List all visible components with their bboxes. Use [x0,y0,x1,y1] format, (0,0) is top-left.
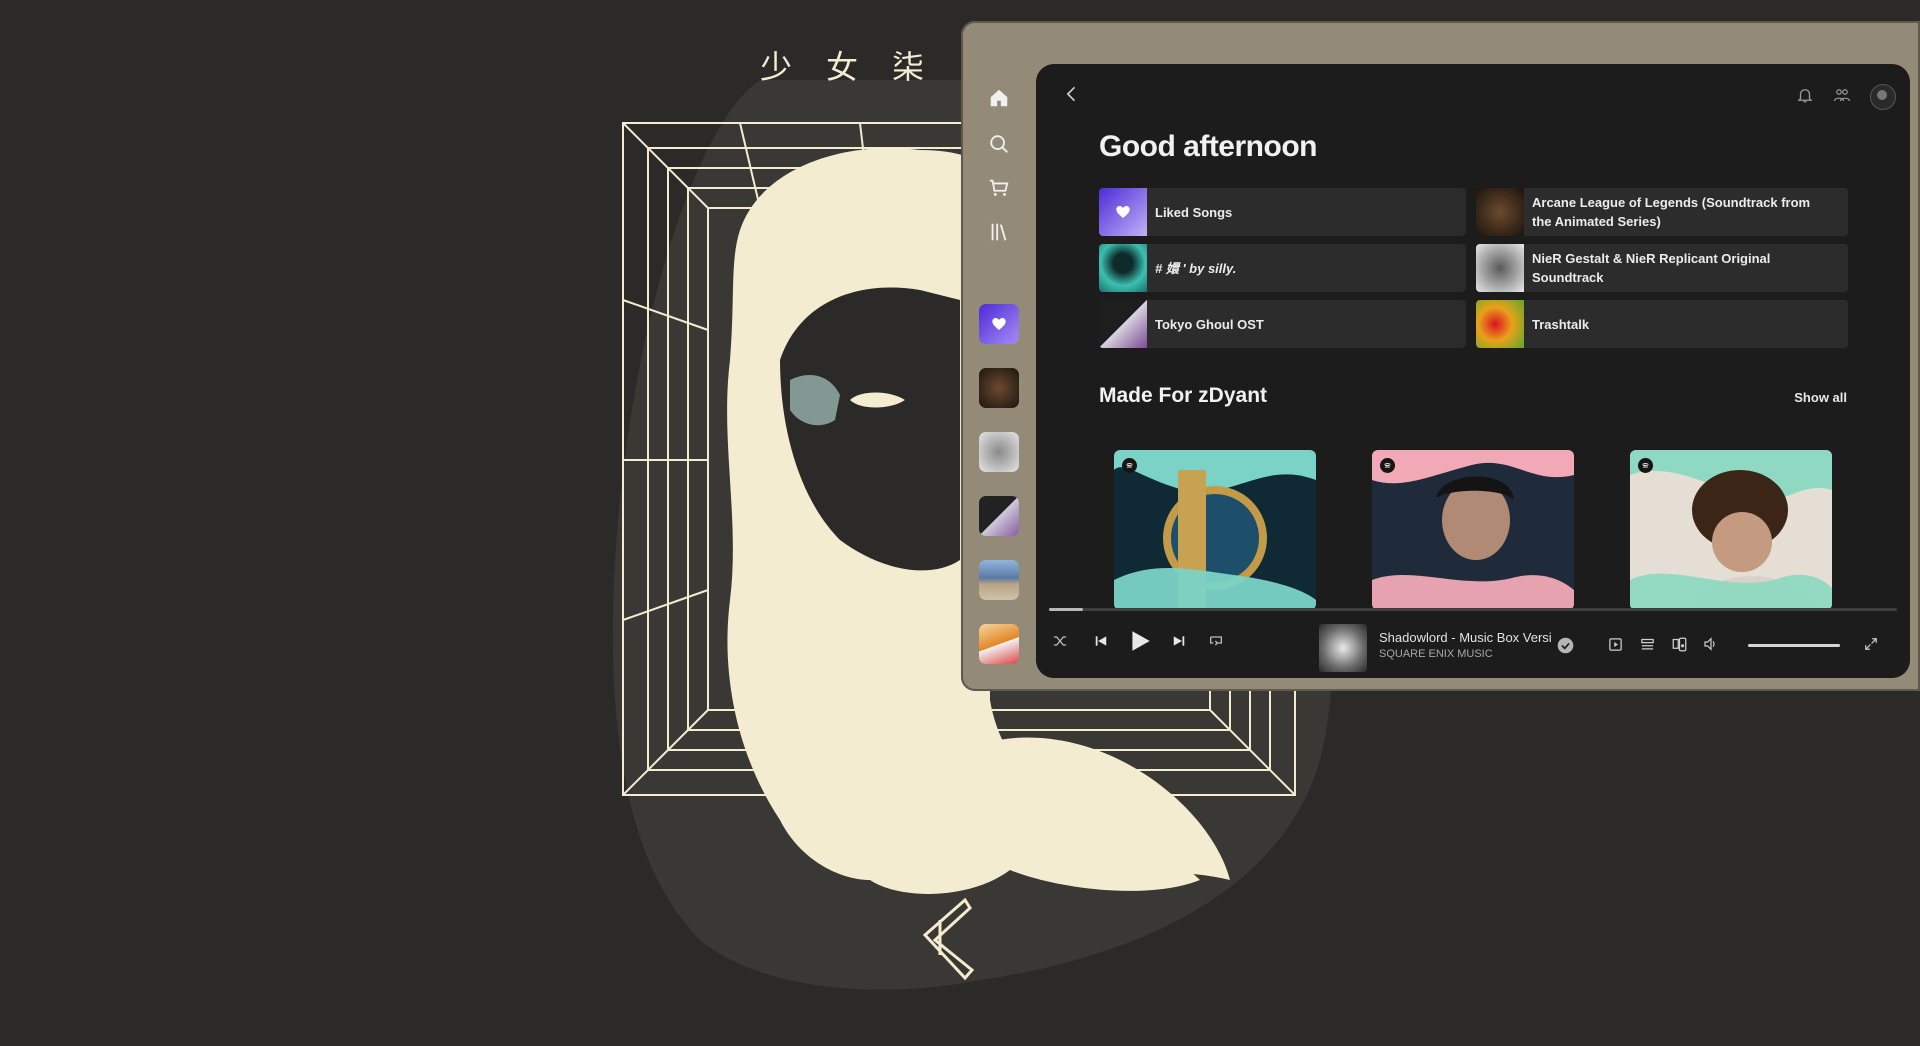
pinned-nier[interactable] [979,432,1019,472]
arcane-art [1476,188,1524,236]
pinned-landscape[interactable] [979,560,1019,600]
progress-fill [1049,608,1083,611]
daily-mix-card-1[interactable] [1114,450,1316,610]
quick-pick-label: Arcane League of Legends (Soundtrack fro… [1532,195,1811,229]
nier-art [1476,244,1524,292]
now-playing-view-icon[interactable] [1606,635,1624,653]
play-button[interactable] [1124,624,1156,658]
trashtalk-art [1476,300,1524,348]
made-for-cards [1114,450,1832,610]
greeting-title: Good afternoon [1099,130,1317,163]
section-title: Made For zDyant [1099,384,1268,407]
shuffle-button[interactable] [1050,631,1070,651]
now-playing-art[interactable] [1319,624,1367,672]
quick-pick-silly[interactable]: # 嬛 ' by silly. [1099,244,1466,292]
avatar[interactable] [1870,84,1896,110]
quick-pick-label: Tokyo Ghoul OST [1155,316,1264,332]
back-button[interactable] [1062,84,1082,104]
fullscreen-icon[interactable] [1862,635,1880,653]
friends-icon[interactable] [1832,86,1852,109]
daily-mix-card-2[interactable] [1372,450,1574,610]
connect-device-icon[interactable] [1670,635,1688,653]
player-bar: Shadowlord - Music Box Version SQUARE EN… [1036,608,1910,678]
wallpaper-title: 少女柒 [760,48,959,86]
now-playing-title[interactable]: Shadowlord - Music Box Version [1379,630,1551,645]
spotify-logo-icon [1122,458,1137,473]
volume-icon[interactable] [1702,635,1720,653]
previous-button[interactable] [1091,631,1111,651]
spotify-logo-icon [1638,458,1653,473]
volume-slider[interactable] [1748,644,1840,647]
pinned-tokyo-ghoul[interactable] [979,496,1019,536]
pinned-arcane[interactable] [979,368,1019,408]
quick-picks-grid: Liked Songs Arcane League of Legends (So… [1099,188,1848,348]
liked-songs-art [1099,188,1147,236]
quick-pick-label: Trashtalk [1532,316,1590,332]
now-playing-artist[interactable]: SQUARE ENIX MUSIC [1379,648,1493,660]
repeat-button[interactable] [1206,631,1226,651]
pinned-forza[interactable] [979,624,1019,664]
home-panel: Good afternoon Liked Songs Arcane League… [1036,64,1910,678]
liked-check-icon[interactable] [1556,636,1574,654]
queue-icon[interactable] [1638,635,1656,653]
library-icon[interactable] [985,218,1013,246]
cart-icon[interactable] [985,174,1013,202]
quick-pick-label: Liked Songs [1155,204,1233,220]
show-all-link[interactable]: Show all [1794,390,1847,405]
home-icon[interactable] [985,84,1013,112]
search-icon[interactable] [985,130,1013,158]
quick-pick-liked-songs[interactable]: Liked Songs [1099,188,1466,236]
quick-pick-nier[interactable]: NieR Gestalt & NieR Replicant Original S… [1476,244,1848,292]
daily-mix-card-3[interactable] [1630,450,1832,610]
next-button[interactable] [1169,631,1189,651]
spotify-logo-icon [1380,458,1395,473]
quick-pick-trashtalk[interactable]: Trashtalk [1476,300,1848,348]
quick-pick-tokyo-ghoul[interactable]: Tokyo Ghoul OST [1099,300,1466,348]
silly-art [1099,244,1147,292]
quick-pick-label: NieR Gestalt & NieR Replicant Original S… [1532,251,1771,285]
tokyo-ghoul-art [1099,300,1147,348]
quick-pick-arcane[interactable]: Arcane League of Legends (Soundtrack fro… [1476,188,1848,236]
bell-icon[interactable] [1796,86,1814,109]
progress-bar[interactable] [1049,608,1897,611]
sidebar [973,74,1025,674]
quick-pick-label: # 嬛 ' by silly. [1155,260,1237,276]
pinned-liked-songs[interactable] [979,304,1019,344]
volume-fill [1748,644,1840,647]
